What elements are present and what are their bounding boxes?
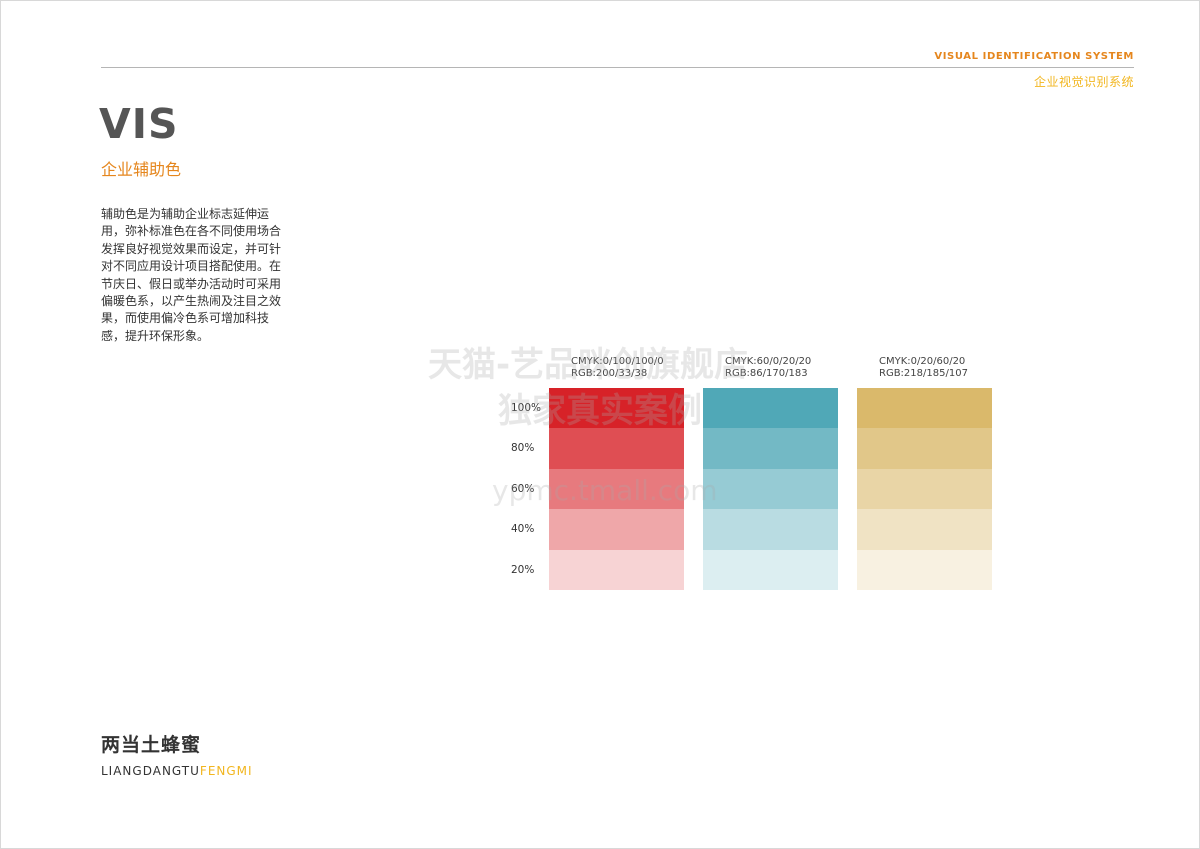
tint-level-60: 60% [511, 482, 535, 495]
brand-logo-en: LIANGDANGTUFENGMI [101, 765, 253, 777]
cmyk-value: CMYK:0/100/100/0 [571, 356, 664, 367]
tint-level-20: 20% [511, 563, 535, 576]
brand-name-en-part1: LIANGDANGTU [101, 764, 200, 778]
swatch-red-100 [549, 388, 684, 429]
color-spec-teal: CMYK:60/0/20/20 RGB:86/170/183 [725, 356, 838, 388]
swatch-red-60 [549, 468, 684, 510]
rgb-value: RGB:86/170/183 [725, 368, 808, 379]
cmyk-value: CMYK:60/0/20/20 [725, 356, 812, 367]
section-subtitle: 企业辅助色 [101, 160, 182, 179]
swatch-red-40 [549, 509, 684, 550]
swatch-gold-100 [857, 388, 992, 429]
header-title-en: VISUAL IDENTIFICATION SYSTEM [934, 51, 1134, 62]
swatch-gold-20 [857, 549, 992, 590]
brand-logo-cn: 两当土蜂蜜 [101, 734, 202, 756]
color-column-red: CMYK:0/100/100/0 RGB:200/33/38 [549, 356, 684, 590]
color-spec-gold: CMYK:0/20/60/20 RGB:218/185/107 [879, 356, 992, 388]
color-column-teal: CMYK:60/0/20/20 RGB:86/170/183 [703, 356, 838, 590]
section-title: VIS [99, 100, 179, 148]
tint-level-40: 40% [511, 523, 535, 536]
swatch-red-20 [549, 549, 684, 590]
rgb-value: RGB:218/185/107 [879, 368, 968, 379]
swatch-teal-40 [703, 509, 838, 550]
swatch-teal-20 [703, 549, 838, 590]
cmyk-value: CMYK:0/20/60/20 [879, 356, 966, 367]
description-text: 辅助色是为辅助企业标志延伸运用，弥补标准色在各不同使用场合发挥良好视觉效果而设定… [101, 207, 282, 343]
swatch-gold-80 [857, 428, 992, 469]
swatch-gold-40 [857, 509, 992, 550]
color-column-gold: CMYK:0/20/60/20 RGB:218/185/107 [857, 356, 992, 590]
tint-level-80: 80% [511, 442, 535, 455]
header-title-cn: 企业视觉识别系统 [1033, 75, 1134, 89]
header-rule [101, 67, 1134, 68]
brand-name-en-part2: FENGMI [199, 764, 253, 778]
tint-level-100: 100% [511, 402, 542, 414]
swatch-teal-80 [703, 428, 838, 469]
swatch-teal-60 [703, 468, 838, 510]
swatch-red-80 [549, 428, 684, 469]
swatch-teal-100 [703, 388, 838, 429]
tint-level-labels: 100% 80% 60% 40% 20% [511, 388, 543, 590]
swatch-gold-60 [857, 468, 992, 510]
rgb-value: RGB:200/33/38 [571, 368, 648, 379]
color-spec-red: CMYK:0/100/100/0 RGB:200/33/38 [571, 356, 684, 388]
